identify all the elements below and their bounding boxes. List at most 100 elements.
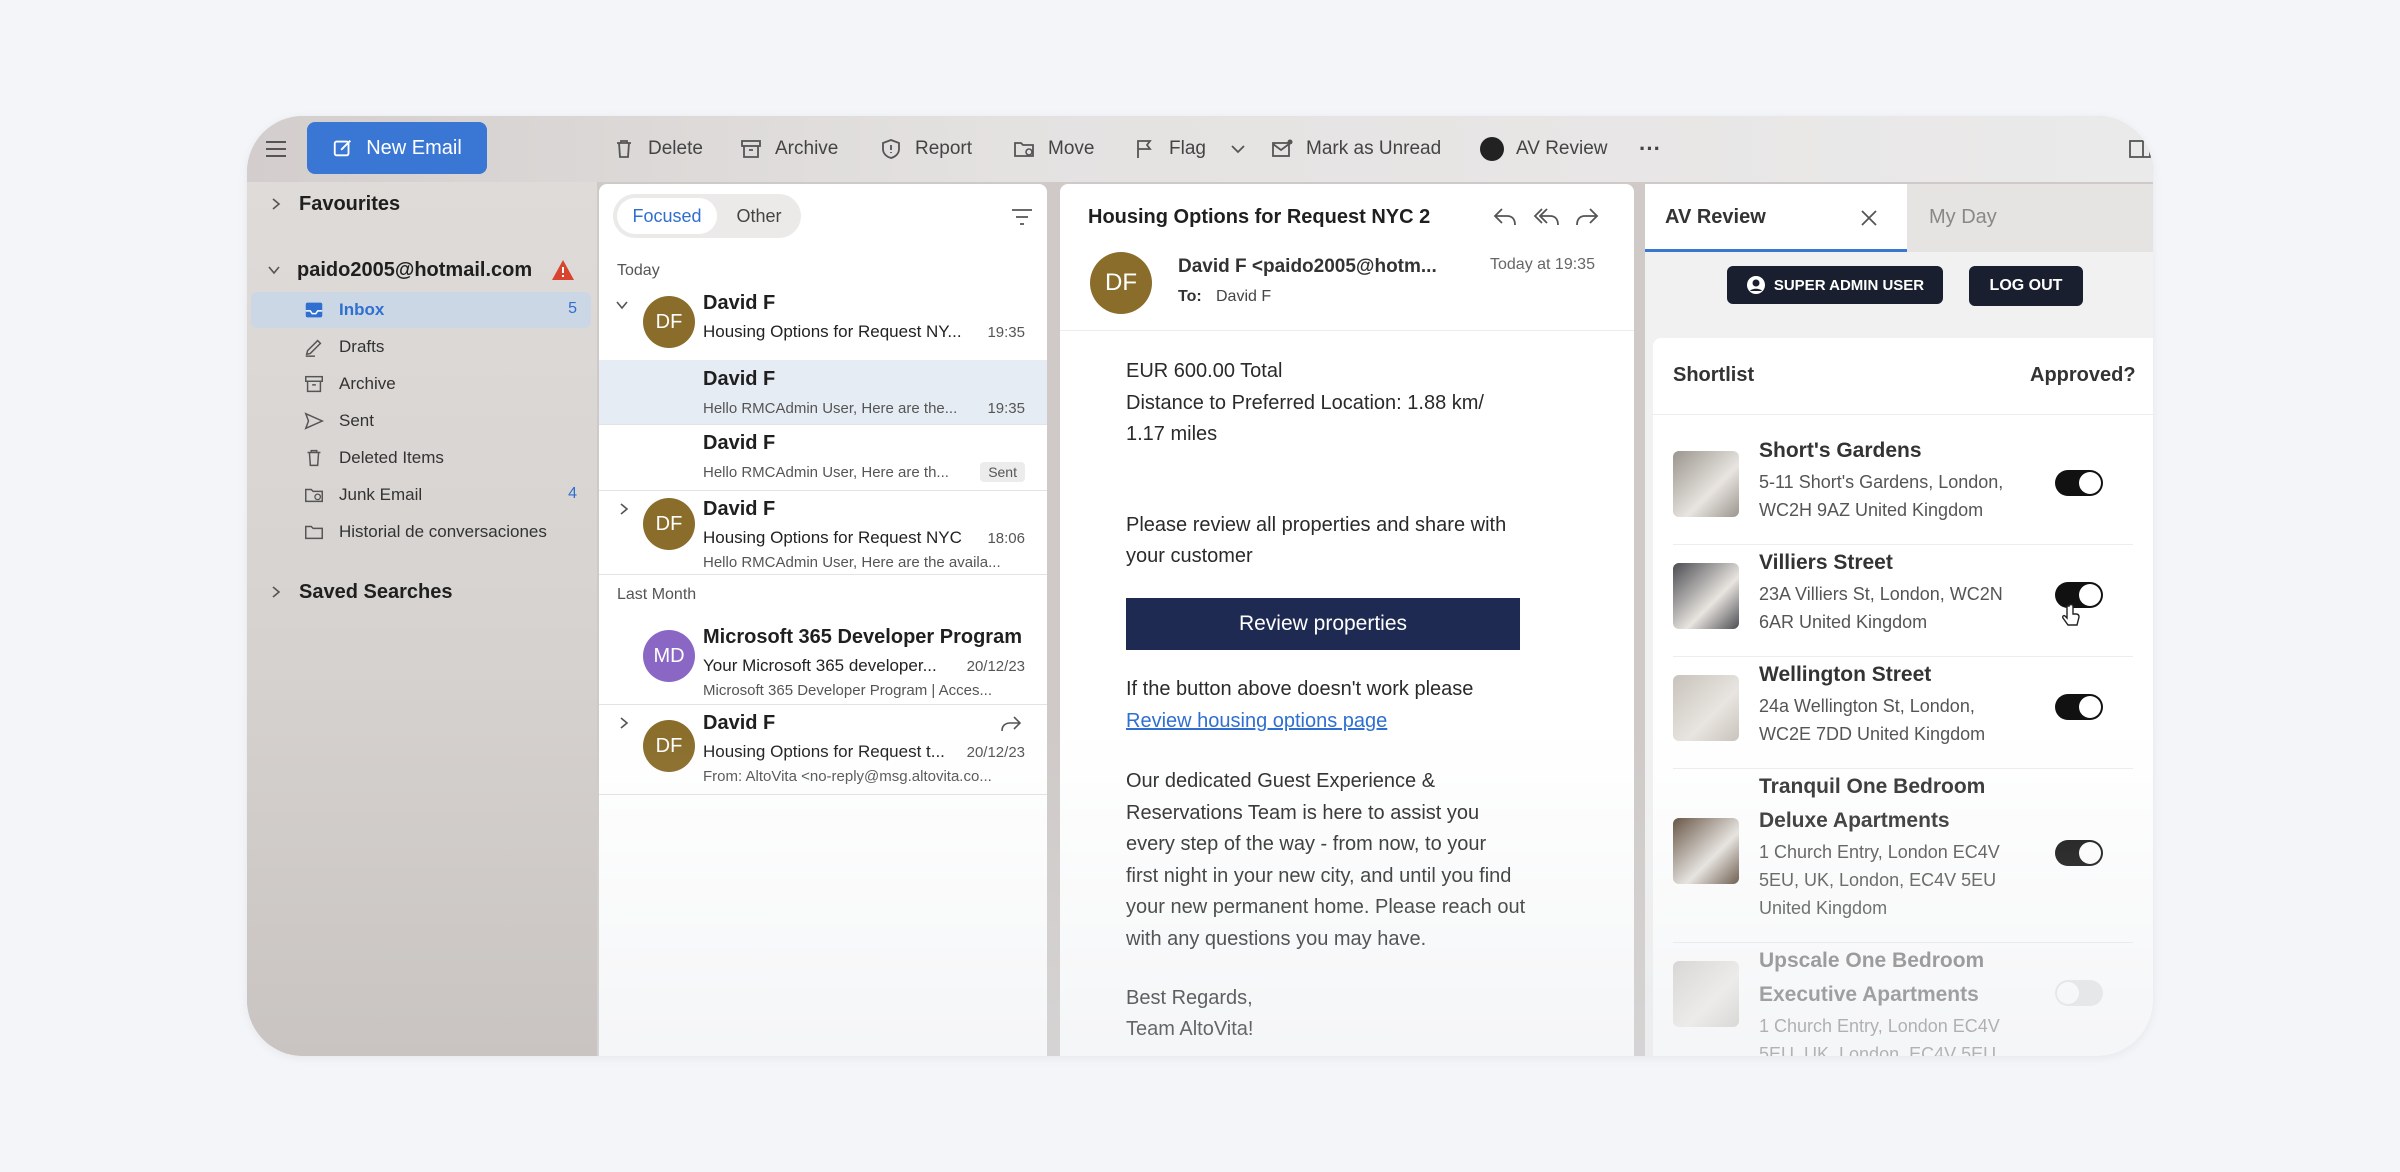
message-preview: Hello RMCAdmin User, Here are th...	[703, 464, 949, 481]
sidebar-item-archive[interactable]: Archive	[303, 367, 583, 401]
archive-button[interactable]: Archive	[739, 134, 838, 164]
forward-icon[interactable]	[1574, 206, 1600, 228]
message-subject: Housing Options for Request NYC 2	[1088, 206, 1431, 228]
approved-toggle[interactable]	[2055, 980, 2103, 1006]
user-chip-label: SUPER ADMIN USER	[1773, 276, 1925, 294]
folder-label: Deleted Items	[339, 448, 444, 467]
message-sender: David F	[703, 292, 776, 314]
sidebar-item-historial-de-conversaciones[interactable]: Historial de conversaciones	[303, 515, 583, 549]
flag-icon	[1137, 140, 1152, 158]
altovita-logo-icon	[1480, 137, 1504, 161]
property-address: 23A Villiers St, London, WC2N	[1759, 584, 2003, 604]
property-address: WC2H 9AZ United Kingdom	[1759, 500, 1984, 520]
flag-label: Flag	[1169, 138, 1206, 159]
expand-pane-icon[interactable]	[2127, 136, 2153, 162]
message-subject: Housing Options for Request NY...	[703, 322, 962, 341]
new-email-button[interactable]: New Email	[307, 122, 487, 174]
message-item[interactable]: David F Hello RMCAdmin User, Here are th.…	[599, 424, 1047, 490]
logout-button[interactable]: LOG OUT	[1969, 266, 2083, 306]
sender-avatar: DF	[643, 720, 695, 772]
trash-icon	[307, 449, 321, 467]
unread-count-badge: 4	[568, 485, 577, 502]
report-button[interactable]: Report	[879, 134, 972, 164]
flag-button[interactable]: Flag	[1133, 134, 1250, 164]
property-row: Short's Gardens 5-11 Short's Gardens, Lon…	[1653, 432, 2153, 544]
team-paragraph-line: first night in your new city, and until …	[1126, 864, 1512, 887]
av-review-label: AV Review	[1516, 138, 1608, 159]
property-title: Tranquil One Bedroom	[1759, 775, 1986, 798]
approved-heading: Approved?	[2030, 364, 2136, 386]
warning-icon	[552, 260, 574, 280]
account-group[interactable]: paido2005@hotmail.com	[247, 252, 597, 288]
filter-icon[interactable]	[1011, 208, 1033, 226]
archive-icon	[741, 140, 761, 158]
distance-line-2: 1.17 miles	[1126, 423, 1218, 445]
shortlist-heading: Shortlist	[1673, 364, 1755, 386]
sender-avatar: DF	[643, 498, 695, 550]
trash-icon	[617, 140, 631, 158]
property-address: 1 Church Entry, London EC4V	[1759, 1016, 2000, 1036]
team-paragraph-line: every step of the way - from now, to you…	[1126, 833, 1487, 855]
move-button[interactable]: Move	[1012, 134, 1094, 164]
reply-all-icon[interactable]	[1532, 206, 1560, 228]
chevron-down-icon[interactable]	[615, 298, 629, 312]
av-review-addin-button[interactable]: AV Review	[1480, 134, 1608, 164]
approved-toggle[interactable]	[2055, 470, 2103, 496]
sender-avatar: DF	[643, 296, 695, 348]
property-row: Villiers Street 23A Villiers St, London, …	[1653, 544, 2153, 656]
property-address: 5EU, UK, London, EC4V 5EU	[1759, 870, 1997, 890]
menu-icon[interactable]	[263, 136, 289, 162]
sidebar-item-inbox[interactable]: Inbox	[303, 293, 583, 327]
sidebar-item-drafts[interactable]: Drafts	[303, 330, 583, 364]
tab-focused[interactable]: Focused	[617, 198, 717, 234]
junk-icon	[305, 488, 323, 503]
archive-icon	[305, 375, 323, 393]
message-subject: Your Microsoft 365 developer...	[703, 656, 937, 675]
avatar-initials: MD	[653, 644, 685, 667]
chevron-down-icon[interactable]	[1226, 137, 1250, 161]
folder-label: Historial de conversaciones	[339, 522, 547, 541]
message-item[interactable]: MD Microsoft 365 Developer Program Your Mi…	[599, 612, 1047, 704]
toolbar: New Email Delete Archive Report Move Fla…	[247, 116, 2153, 182]
tab-my-day[interactable]: My Day	[1929, 206, 1997, 229]
unread-count-badge: 5	[568, 300, 577, 317]
sidebar-item-deleted-items[interactable]: Deleted Items	[303, 441, 583, 475]
shield-icon	[882, 139, 900, 159]
message-sender: David F	[703, 432, 776, 454]
approved-toggle[interactable]	[2055, 840, 2103, 866]
message-preview: Hello RMCAdmin User, Here are the availa…	[703, 554, 1001, 571]
saved-searches-label: Saved Searches	[299, 580, 453, 603]
favourites-group[interactable]: Favourites	[247, 186, 597, 222]
tab-other[interactable]: Other	[721, 198, 797, 234]
sender-initials: DF	[1105, 269, 1137, 296]
message-time: 19:35	[987, 324, 1025, 341]
to-recipient: David F	[1216, 288, 1272, 305]
reply-icon[interactable]	[1492, 206, 1518, 228]
message-item[interactable]: DF David F Housing Options for Request NY.…	[599, 284, 1047, 360]
sidebar-item-sent[interactable]: Sent	[303, 404, 583, 438]
message-divider	[599, 574, 1047, 575]
property-address: 5EU, UK, London, EC4V 5EU	[1759, 1044, 1997, 1056]
delete-button[interactable]: Delete	[612, 134, 703, 164]
more-options-button[interactable]: ···	[1639, 134, 1661, 164]
tab-av-review[interactable]: AV Review	[1645, 184, 1907, 252]
message-item[interactable]: DF David F Housing Options for Request t..…	[599, 704, 1047, 794]
move-label: Move	[1048, 138, 1095, 159]
group-header-today: Today	[617, 262, 660, 279]
close-icon[interactable]	[1859, 208, 1879, 228]
avatar-initials: DF	[655, 512, 683, 535]
sidebar-item-junk-email[interactable]: Junk Email	[303, 478, 583, 512]
mark-unread-button[interactable]: Mark as Unread	[1270, 134, 1441, 164]
property-address: 6AR United Kingdom	[1759, 612, 1928, 632]
cursor-hand-icon	[2062, 604, 2080, 626]
approved-toggle[interactable]	[2055, 694, 2103, 720]
review-housing-link[interactable]: Review housing options page	[1126, 706, 1576, 738]
saved-searches-group[interactable]: Saved Searches	[247, 574, 597, 610]
pencil-icon	[305, 339, 322, 357]
team-paragraph-line: your new permanent home. Please reach ou…	[1126, 896, 1526, 918]
message-item[interactable]: David F Hello RMCAdmin User, Here are the…	[599, 360, 1047, 424]
chevron-right-icon[interactable]	[617, 502, 631, 516]
chevron-right-icon[interactable]	[617, 716, 631, 730]
review-properties-button[interactable]: Review properties	[1126, 598, 1520, 650]
message-item[interactable]: DF David F Housing Options for Request NYC…	[599, 490, 1047, 574]
